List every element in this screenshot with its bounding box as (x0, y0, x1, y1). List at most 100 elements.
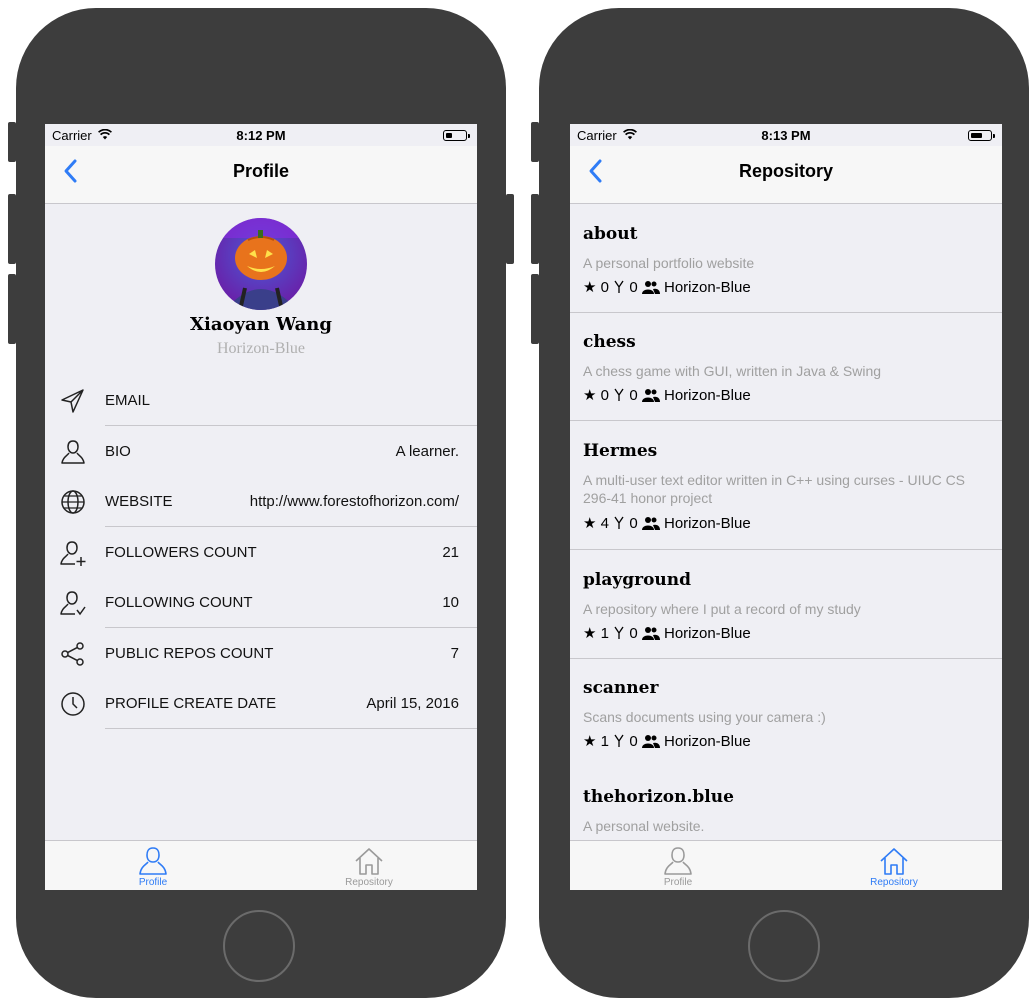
repo-owner: Horizon-Blue (664, 732, 751, 750)
star-icon: ★ (583, 387, 597, 405)
fork-icon (614, 388, 624, 402)
repo-name: chess (583, 332, 636, 352)
followers-row[interactable]: FOLLOWERS COUNT 21 (45, 527, 477, 578)
volume-up-button (8, 194, 16, 264)
divider (570, 658, 1002, 659)
bio-label: BIO (105, 443, 131, 460)
tab-repository-label: Repository (870, 877, 918, 888)
battery-icon (443, 130, 470, 141)
repo-meta: ★ 1 0 Horizon-Blue (583, 732, 751, 751)
repo-owner: Horizon-Blue (664, 514, 751, 532)
email-row[interactable]: EMAIL (45, 375, 477, 426)
tab-profile[interactable]: Profile (45, 841, 261, 890)
following-value: 10 (442, 594, 459, 611)
home-icon (880, 848, 908, 875)
profile-login: Horizon-Blue (217, 340, 305, 357)
people-icon (641, 735, 660, 749)
create-date-row[interactable]: PROFILE CREATE DATE April 15, 2016 (45, 678, 477, 729)
divider (570, 420, 1002, 421)
page-title: Profile (232, 161, 289, 181)
public-repos-row[interactable]: PUBLIC REPOS COUNT 7 (45, 628, 477, 679)
people-icon (641, 517, 660, 531)
home-button[interactable] (748, 910, 820, 982)
tab-repository[interactable]: Repository (261, 841, 477, 890)
volume-up-button (531, 194, 539, 264)
fork-count: 0 (629, 278, 638, 296)
divider (105, 728, 477, 729)
following-row[interactable]: FOLLOWING COUNT 10 (45, 577, 477, 628)
repo-owner: Horizon-Blue (664, 624, 751, 642)
tab-bar: Profile Repository (45, 840, 477, 890)
person-check-icon (60, 591, 86, 616)
clock: 8:12 PM (236, 128, 286, 143)
power-button (506, 194, 514, 264)
person-icon (139, 847, 167, 875)
repo-description: Scans documents using your camera :) (583, 709, 826, 725)
repo-meta: ★ 1 0 Horizon-Blue (583, 624, 751, 643)
following-label: FOLLOWING COUNT (105, 594, 253, 611)
clock: 8:13 PM (761, 128, 811, 143)
bio-value: A learner. (395, 443, 459, 460)
profile-name: Xiaoyan Wang (190, 314, 332, 335)
tab-profile[interactable]: Profile (570, 841, 786, 890)
people-icon (641, 389, 660, 403)
website-row[interactable]: WEBSITE http://www.forestofhorizon.com/ (45, 476, 477, 527)
people-icon (641, 281, 660, 295)
star-count: 4 (600, 514, 609, 532)
public-repos-value: 7 (450, 645, 459, 662)
people-icon (641, 627, 660, 641)
public-repos-label: PUBLIC REPOS COUNT (105, 645, 274, 662)
repo-description: A repository where I put a record of my … (583, 601, 861, 617)
person-icon (61, 440, 85, 464)
create-date-value: April 15, 2016 (366, 695, 459, 712)
repo-name: thehorizon.blue (583, 787, 734, 807)
clock-icon (61, 692, 85, 716)
repo-meta: ★ 0 0 Horizon-Blue (583, 278, 751, 297)
person-plus-icon (60, 541, 86, 566)
fork-icon (614, 626, 624, 640)
phone-left: Carrier 8:12 PM Profile Xiaoyan Wang Hor… (8, 8, 514, 998)
fork-count: 0 (629, 514, 638, 532)
repo-description: A multi-user text editor written in C++ … (583, 472, 966, 506)
star-count: 0 (600, 278, 609, 296)
repo-name: scanner (583, 678, 659, 698)
star-icon: ★ (583, 279, 597, 297)
phone-right: Carrier 8:13 PM Repository about A perso… (531, 8, 1029, 998)
repo-name: Hermes (583, 441, 658, 461)
share-icon (61, 642, 84, 666)
tab-repository[interactable]: Repository (786, 841, 1002, 890)
status-bar: Carrier 8:12 PM (45, 124, 477, 146)
repo-meta: ★ 0 0 Horizon-Blue (583, 386, 751, 405)
repo-owner: Horizon-Blue (664, 386, 751, 404)
website-value[interactable]: http://www.forestofhorizon.com/ (250, 493, 459, 510)
volume-down-button (8, 274, 16, 344)
volume-down-button (531, 274, 539, 344)
status-bar: Carrier 8:13 PM (570, 124, 1002, 146)
followers-label: FOLLOWERS COUNT (105, 544, 257, 561)
home-icon (355, 848, 383, 875)
repository-screen: Carrier 8:13 PM Repository about A perso… (570, 124, 1002, 890)
repo-name: about (583, 224, 638, 244)
create-date-label: PROFILE CREATE DATE (105, 695, 277, 712)
globe-icon (61, 490, 85, 514)
website-label: WEBSITE (105, 493, 173, 510)
navigation-bar: Profile (45, 146, 477, 204)
avatar (215, 218, 307, 310)
repo-description: A chess game with GUI, written in Java &… (583, 363, 882, 379)
star-count: 1 (600, 732, 609, 750)
divider (570, 312, 1002, 313)
repo-name: playground (583, 570, 692, 590)
tab-bar: Profile Repository (570, 840, 1002, 890)
repo-meta: ★ 4 0 Horizon-Blue (583, 514, 751, 533)
star-icon: ★ (583, 515, 597, 533)
home-button[interactable] (223, 910, 295, 982)
fork-icon (614, 516, 624, 530)
star-count: 0 (600, 386, 609, 404)
mute-switch (8, 122, 16, 162)
star-icon: ★ (583, 625, 597, 643)
tab-repository-label: Repository (345, 877, 393, 888)
star-count: 1 (600, 624, 609, 642)
repo-owner: Horizon-Blue (664, 278, 751, 296)
bio-row[interactable]: BIO A learner. (45, 426, 477, 477)
tab-profile-label: Profile (663, 877, 693, 888)
